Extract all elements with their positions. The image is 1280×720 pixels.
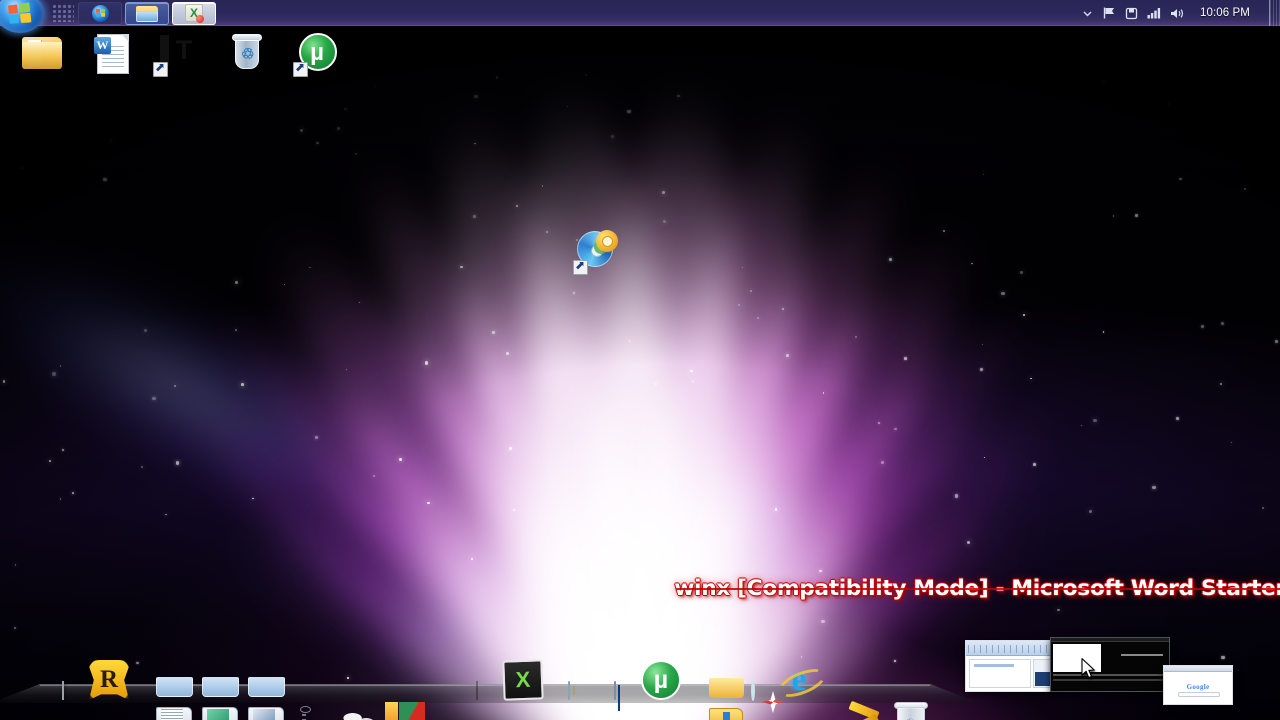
system-tray: 10:06 PM (1082, 0, 1250, 26)
dock-item-my-computer[interactable] (592, 656, 638, 711)
thumb-document-page (969, 659, 1031, 688)
overlay-window-title: winx [Compatibility Mode] - Microsoft Wo… (674, 576, 1280, 600)
thumb-search-box (1178, 692, 1220, 697)
grass-block-icon (476, 681, 478, 700)
windows-flag-icon (8, 2, 32, 24)
recycle-bin-icon: ♲ (224, 30, 270, 76)
dock-item-trash[interactable]: ♲ (868, 656, 928, 720)
utorrent-icon: µ (293, 30, 340, 77)
taskbar-grip-handle[interactable] (52, 4, 74, 22)
dock-item-rocketdock[interactable]: R (86, 656, 132, 700)
folder-icon (136, 5, 158, 22)
wallpaper-vignette (0, 0, 1280, 720)
shortcut-overlay-icon (293, 60, 308, 77)
google-logo: Google (1186, 683, 1210, 691)
dock-item-documents-folder[interactable] (132, 656, 193, 720)
desktop-icon-winx-dvd-ripper[interactable] (558, 228, 636, 276)
thumb-row-2 (1053, 679, 1167, 681)
chevron-up-icon[interactable] (1082, 8, 1093, 19)
desktop-icon-utorrent[interactable]: µ (278, 30, 356, 78)
desktop-icon-new-folder[interactable] (4, 30, 82, 78)
monitor-icon (614, 681, 620, 711)
shortcut-overlay-icon (153, 60, 168, 77)
thumbnail-browser[interactable]: Google (1163, 665, 1233, 705)
dock-item-internet-explorer[interactable]: e (776, 656, 822, 700)
windows-logo-icon (91, 4, 109, 22)
ie-e-icon: e (779, 660, 819, 700)
desktop-icon-utorrent-turbo-accelerator[interactable]: T (138, 30, 216, 78)
taskbar-buttons (78, 1, 216, 25)
shortcut-overlay-icon (573, 258, 588, 275)
taskbar-button-word-starter[interactable] (172, 1, 216, 25)
dock-item-separator (270, 656, 316, 700)
dock-item-winrar[interactable] (362, 656, 408, 700)
thumbnail-explorer[interactable] (1050, 637, 1170, 692)
desktop-icon-recycle-bin[interactable]: ♲ (208, 30, 286, 78)
utorrent-icon: µ (641, 660, 681, 700)
thumb-titlebar (1051, 638, 1169, 642)
green-x-icon: X (502, 659, 544, 701)
dock-item-media-folder[interactable] (224, 656, 285, 720)
volume-icon[interactable] (1170, 7, 1185, 20)
mouse-pointer-icon (1081, 658, 1095, 679)
thumb-text-line (1121, 654, 1163, 656)
flag-action-center-icon[interactable] (1102, 6, 1116, 20)
nt-app-icon: T (153, 30, 200, 77)
taskbar-button-media-center[interactable] (78, 1, 122, 25)
dock-item-notes[interactable] (40, 656, 86, 700)
desktop-wallpaper[interactable] (0, 0, 1280, 720)
letter-r-icon: R (89, 660, 129, 700)
dock-item-downloads[interactable] (684, 656, 744, 720)
dock-item-list: R Xµ e ♲ (40, 656, 930, 720)
thumb-browser-bar (1164, 666, 1232, 672)
network-icon[interactable] (1147, 7, 1161, 19)
dock-item-minecraft[interactable] (454, 656, 500, 700)
dock-item-utorrent[interactable]: µ (638, 656, 684, 700)
dock-item-disc-burner[interactable] (408, 656, 454, 700)
removable-media-icon[interactable] (1125, 7, 1138, 20)
dock-item-web-browser[interactable] (316, 656, 362, 700)
folder-icon (20, 30, 66, 76)
dock-item-tools[interactable] (822, 656, 868, 700)
word-document-icon: W (90, 30, 136, 76)
dock-item-pictures-folder[interactable] (178, 656, 239, 720)
taskbar-button-explorer[interactable] (125, 1, 169, 25)
thumb-ribbon (966, 641, 1056, 656)
dock-item-xnview[interactable]: X (500, 656, 546, 701)
show-desktop-button[interactable] (1269, 0, 1280, 26)
thumb-row-1 (1053, 674, 1167, 676)
dvd-ripper-icon (573, 228, 620, 275)
dock-item-safari[interactable] (730, 656, 776, 701)
note-paper-icon (62, 681, 64, 700)
thumbnail-word-starter[interactable] (965, 640, 1057, 692)
dock-item-calculator[interactable] (546, 656, 592, 700)
document-green-icon (185, 4, 204, 23)
taskbar-clock[interactable]: 10:06 PM (1200, 7, 1250, 19)
safari-compass-icon (751, 680, 755, 701)
windows-taskbar: 10:06 PM (0, 0, 1280, 33)
calculator-icon (568, 681, 575, 700)
dock: R Xµ e ♲ (0, 659, 980, 720)
desktop-screen: W T ♲ µ winx [Compatibility Mode] - Micros… (0, 0, 1280, 720)
